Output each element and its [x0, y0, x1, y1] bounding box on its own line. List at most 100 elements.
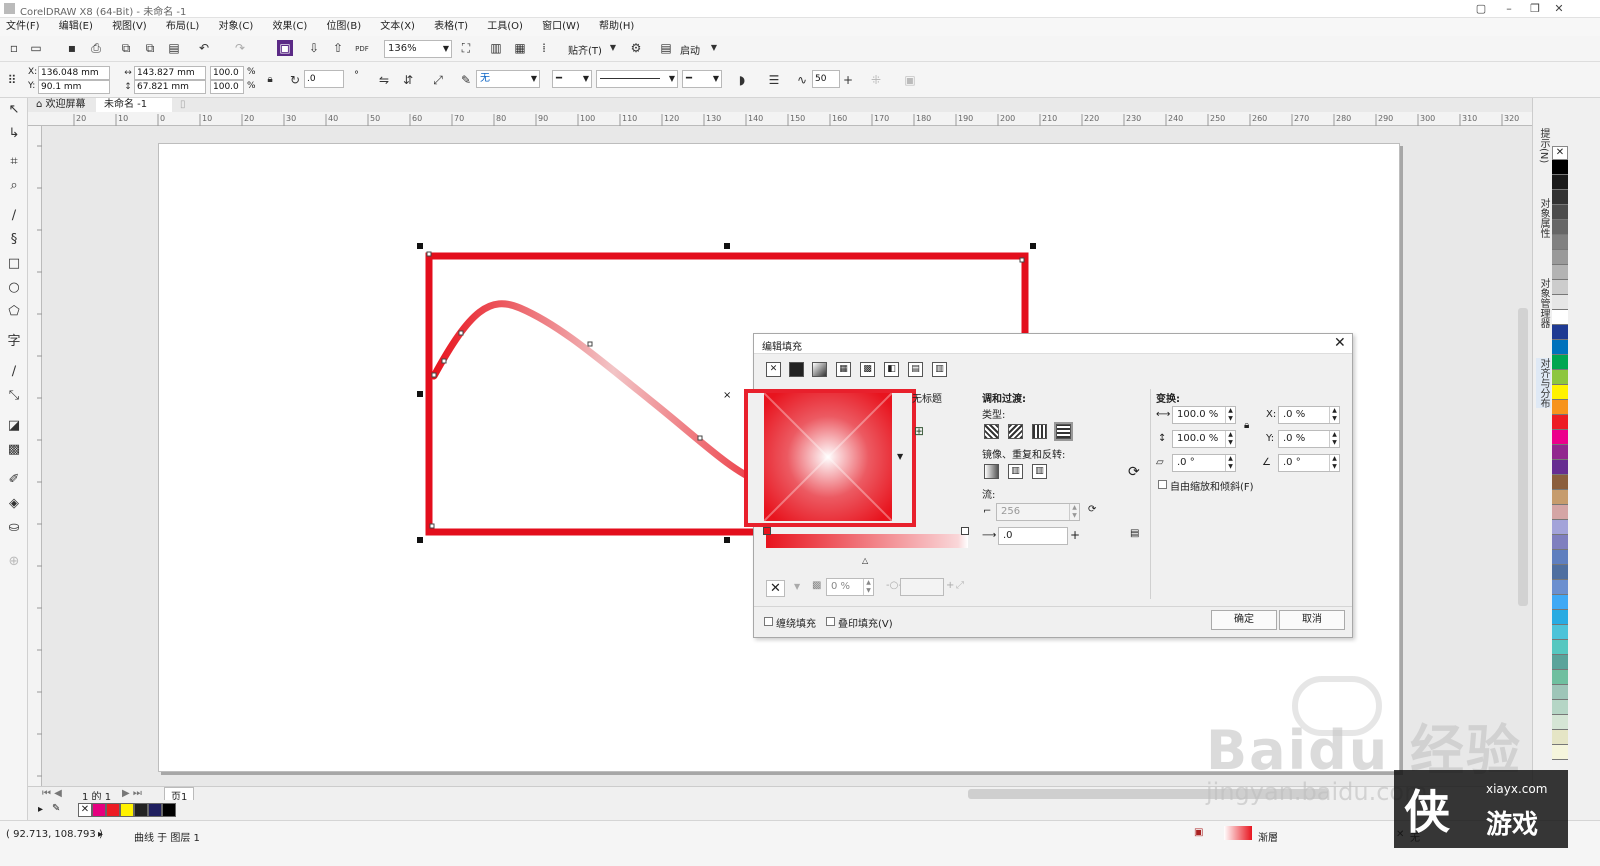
- color-proof-icon[interactable]: ▣: [1194, 827, 1203, 838]
- color-swatch[interactable]: [1552, 310, 1568, 325]
- color-swatch[interactable]: [1552, 490, 1568, 505]
- spinner-arrows-icon[interactable]: ▲ ▼: [1225, 407, 1235, 423]
- two-color-pattern-icon[interactable]: ◧: [884, 362, 899, 377]
- tab-object-manager[interactable]: 对象管理器: [1536, 278, 1551, 328]
- color-swatch[interactable]: [1552, 595, 1568, 610]
- color-swatch[interactable]: [1552, 715, 1568, 730]
- color-picker-icon[interactable]: ✕: [766, 580, 785, 597]
- gradient-preview[interactable]: [764, 393, 892, 521]
- color-swatch[interactable]: [1552, 520, 1568, 535]
- texture-fill-icon[interactable]: ▤: [908, 362, 923, 377]
- fill-indicator-swatch[interactable]: [1224, 826, 1252, 840]
- color-swatch[interactable]: [1552, 550, 1568, 565]
- curve-node[interactable]: [458, 330, 464, 336]
- color-swatch[interactable]: [1552, 415, 1568, 430]
- color-swatch[interactable]: [1552, 340, 1568, 355]
- handle-middle-left[interactable]: [417, 391, 423, 397]
- color-swatch[interactable]: [1552, 655, 1568, 670]
- handle-top-middle[interactable]: [724, 243, 730, 249]
- color-swatch[interactable]: [1552, 670, 1568, 685]
- no-color-swatch[interactable]: ✕: [78, 803, 92, 817]
- add-to-library-icon[interactable]: ⊞: [914, 424, 924, 438]
- close-icon[interactable]: ✕: [1334, 335, 1346, 351]
- gradient-bar[interactable]: [766, 534, 968, 548]
- vector-pattern-icon[interactable]: ▦: [836, 362, 851, 377]
- document-color-swatch[interactable]: [162, 803, 176, 817]
- default-fill-icon[interactable]: [984, 464, 999, 479]
- color-swatch[interactable]: [1552, 460, 1568, 475]
- color-swatch[interactable]: [1552, 250, 1568, 265]
- document-color-swatch[interactable]: [92, 803, 106, 817]
- color-swatch[interactable]: [1552, 445, 1568, 460]
- midpoint-slider-icon[interactable]: △: [862, 556, 868, 565]
- tab-object-properties[interactable]: 对象属性: [1536, 198, 1551, 238]
- preview-dropdown-icon[interactable]: ▼: [897, 452, 903, 461]
- plus-icon[interactable]: +: [1070, 528, 1080, 542]
- tab-align-distribute[interactable]: 对齐与分布: [1536, 358, 1551, 408]
- curve-node[interactable]: [431, 372, 437, 378]
- rectangular-gradient-type[interactable]: [1054, 422, 1073, 441]
- color-swatch[interactable]: [1552, 190, 1568, 205]
- acceleration-field[interactable]: .0: [998, 527, 1068, 545]
- color-swatch[interactable]: [1552, 700, 1568, 715]
- page-nav-arrows-icon[interactable]: ⏮ ◀: [42, 788, 62, 799]
- gradient-curve-object[interactable]: [430, 300, 764, 486]
- color-swatch[interactable]: [1552, 430, 1568, 445]
- ok-button[interactable]: 确定: [1211, 610, 1277, 630]
- spinner-arrows-icon[interactable]: ▲ ▼: [1069, 504, 1079, 520]
- lock-aspect-icon[interactable]: 🔒︎: [1244, 420, 1249, 431]
- color-swatch[interactable]: [1552, 205, 1568, 220]
- color-swatch[interactable]: [1552, 505, 1568, 520]
- color-swatch[interactable]: [1552, 325, 1568, 340]
- color-swatch[interactable]: [1552, 295, 1568, 310]
- free-scale-checkbox[interactable]: [1158, 480, 1167, 489]
- transparency-field[interactable]: 0 % ▲ ▼: [826, 578, 874, 596]
- reverse-icon[interactable]: ⟳: [1128, 464, 1140, 480]
- curve-node[interactable]: [426, 251, 432, 257]
- conical-gradient-type[interactable]: [1032, 424, 1047, 439]
- offset-x-field[interactable]: .0 % ▲ ▼: [1278, 406, 1340, 424]
- elliptical-gradient-type[interactable]: [1008, 424, 1023, 439]
- rotation-field[interactable]: .0 ° ▲ ▼: [1278, 454, 1340, 472]
- overprint-fill-checkbox[interactable]: [826, 617, 835, 626]
- document-color-swatch[interactable]: [120, 803, 134, 817]
- start-color-node[interactable]: [763, 527, 771, 535]
- end-color-node[interactable]: [961, 527, 969, 535]
- color-swatch[interactable]: [1552, 370, 1568, 385]
- handle-bottom-left[interactable]: [417, 537, 423, 543]
- offset-y-field[interactable]: .0 % ▲ ▼: [1278, 430, 1340, 448]
- color-swatch[interactable]: [1552, 640, 1568, 655]
- plus-icon[interactable]: +: [946, 580, 954, 591]
- spinner-arrows-icon[interactable]: ▲ ▼: [1329, 407, 1339, 423]
- color-swatch[interactable]: [1552, 220, 1568, 235]
- color-swatch[interactable]: [1552, 745, 1568, 760]
- curve-node[interactable]: [441, 358, 447, 364]
- bitmap-pattern-icon[interactable]: ▩: [860, 362, 875, 377]
- document-color-swatch[interactable]: [106, 803, 120, 817]
- palette-arrow-icon[interactable]: ▸: [38, 804, 43, 815]
- smooth-transition-icon[interactable]: ▤: [1130, 528, 1139, 539]
- color-swatch[interactable]: [1552, 400, 1568, 415]
- handle-bottom-middle[interactable]: [724, 537, 730, 543]
- no-fill-icon[interactable]: ✕: [766, 362, 781, 377]
- spinner-arrows-icon[interactable]: ▲ ▼: [1225, 455, 1235, 471]
- color-swatch[interactable]: [1552, 535, 1568, 550]
- no-color-swatch[interactable]: ✕: [1552, 146, 1568, 160]
- uniform-fill-icon[interactable]: [789, 362, 804, 377]
- handle-top-left[interactable]: [417, 243, 423, 249]
- fill-width-field[interactable]: 100.0 % ▲ ▼: [1172, 406, 1236, 424]
- spinner-arrows-icon[interactable]: ▲ ▼: [863, 579, 873, 595]
- fill-height-field[interactable]: 100.0 % ▲ ▼: [1172, 430, 1236, 448]
- color-swatch[interactable]: [1552, 280, 1568, 295]
- skew-field[interactable]: .0 ° ▲ ▼: [1172, 454, 1236, 472]
- color-swatch[interactable]: [1552, 730, 1568, 745]
- page-nav-forward-icon[interactable]: ▶ ⏭: [122, 788, 142, 799]
- node-position-field[interactable]: [900, 578, 944, 596]
- color-swatch[interactable]: [1552, 475, 1568, 490]
- tab-hints[interactable]: 提示(N): [1536, 128, 1551, 163]
- fountain-fill-icon[interactable]: [812, 362, 827, 377]
- document-color-swatch[interactable]: [148, 803, 162, 817]
- vertical-scrollbar-thumb[interactable]: [1518, 308, 1528, 606]
- handle-top-right[interactable]: [1030, 243, 1036, 249]
- color-swatch[interactable]: [1552, 685, 1568, 700]
